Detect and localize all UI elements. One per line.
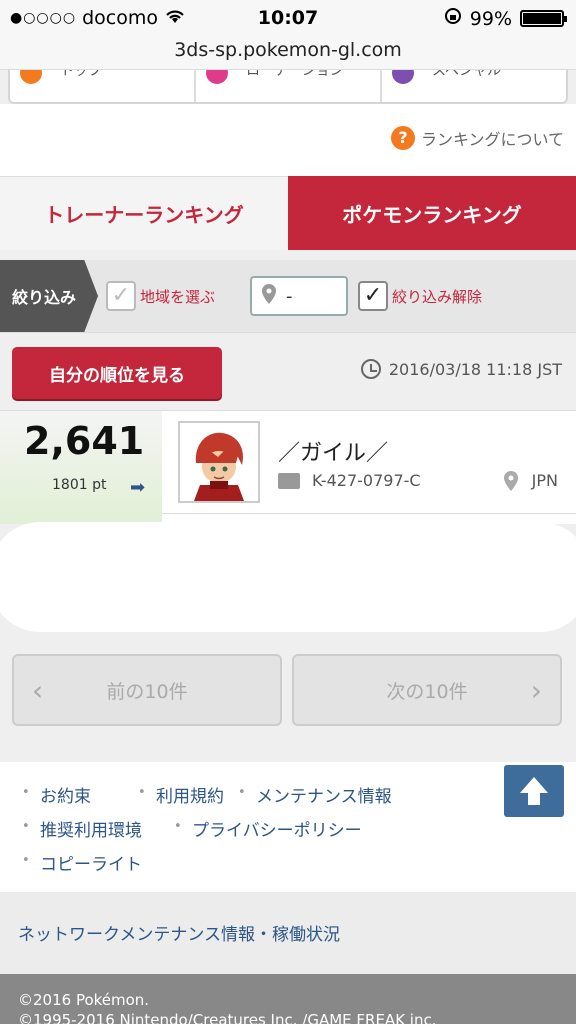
rank-toolbar: 自分の順位を見る 2016/03/18 11:18 JST (0, 332, 576, 410)
network-status-link[interactable]: ネットワークメンテナンス情報・稼働状況 (18, 920, 340, 945)
battery-percent: 99% (469, 7, 512, 30)
next-page-button[interactable]: 次の10件 › (292, 654, 562, 726)
top-nav-item-top[interactable]: トップ (10, 70, 196, 102)
address-bar[interactable]: 3ds-sp.pokemon-gl.com (0, 36, 576, 70)
arrow-up-icon (520, 777, 548, 805)
question-icon: ? (390, 126, 415, 150)
footer-links: お約束 利用規約 メンテナンス情報 推奨利用環境 プライバシーポリシー コピーラ… (0, 762, 576, 892)
trainer-avatar (178, 421, 260, 503)
about-ranking-label: ランキングについて (420, 130, 564, 149)
trainer-id: K-427-0797-C (312, 471, 421, 490)
region-select-label[interactable]: 地域を選ぶ (140, 286, 215, 307)
network-status-bar: ネットワークメンテナンス情報・稼働状況 (0, 892, 576, 974)
chevron-left-icon: ‹ (32, 674, 44, 707)
top-nav-label: ローテーション (246, 70, 344, 79)
prev-page-label: 前の10件 (106, 680, 188, 703)
footer-link-environment[interactable]: 推奨利用環境 (22, 816, 142, 841)
footer-link-privacy[interactable]: プライバシーポリシー (174, 816, 362, 841)
redacted-region (0, 522, 576, 632)
location-pin-icon (503, 471, 518, 495)
tab-trainer-ranking[interactable]: トレーナーランキング (0, 176, 288, 250)
clear-filter-label[interactable]: 絞り込み解除 (392, 286, 482, 307)
scroll-top-button[interactable] (504, 765, 564, 817)
id-card-icon (278, 473, 300, 489)
top-nav: トップ ローテーション スペシャル (8, 70, 568, 104)
about-ranking-link[interactable]: ? ランキングについて (390, 126, 564, 150)
country: JPN (503, 471, 558, 495)
orientation-lock-icon (444, 7, 462, 30)
tab-pokemon-ranking[interactable]: ポケモンランキング (288, 176, 576, 250)
pagination: ‹ 前の10件 次の10件 › (0, 632, 576, 762)
clear-filter-checkbox[interactable]: ✓ (358, 281, 388, 311)
footer-link-promise[interactable]: お約束 (22, 782, 91, 807)
top-nav-item-special[interactable]: スペシャル (382, 70, 566, 102)
top-nav-item-rotation[interactable]: ローテーション (196, 70, 382, 102)
chevron-right-icon: › (530, 674, 542, 707)
timestamp-text: 2016/03/18 11:18 JST (388, 359, 562, 379)
country-code: JPN (531, 471, 558, 490)
copyright-line-2: ©1995-2016 Nintendo/Creatures Inc. /GAME… (18, 1011, 437, 1024)
ranking-tabs: トレーナーランキング ポケモンランキング (0, 176, 576, 250)
rank-cell: 2,641 1801 pt ➡ (0, 411, 162, 515)
copyright: ©2016 Pokémon. ©1995-2016 Nintendo/Creat… (0, 974, 576, 1024)
location-value: - (286, 285, 293, 307)
clock-icon (360, 359, 381, 379)
copyright-line-1: ©2016 Pokémon. (18, 991, 150, 1009)
location-pin-icon (262, 283, 276, 309)
footer-link-maintenance[interactable]: メンテナンス情報 (238, 782, 392, 807)
rank-number: 2,641 (24, 419, 145, 463)
rank-points: 1801 pt (52, 477, 107, 493)
ranking-row[interactable]: 2,641 1801 pt ➡ ／ガイル／ K-427-0797-C JPN (0, 410, 576, 515)
next-page-label: 次の10件 (386, 680, 468, 703)
filter-bar: 絞り込み ✓ 地域を選ぶ - ✓ 絞り込み解除 (0, 260, 576, 332)
region-checkbox[interactable]: ✓ (106, 281, 136, 311)
prev-page-button[interactable]: ‹ 前の10件 (12, 654, 282, 726)
filter-label: 絞り込み (0, 260, 98, 332)
view-my-rank-button[interactable]: 自分の順位を見る (12, 347, 222, 399)
special-icon (392, 70, 414, 84)
update-timestamp: 2016/03/18 11:18 JST (360, 359, 562, 379)
top-nav-label: トップ (60, 70, 102, 79)
trainer-name: ／ガイル／ (278, 441, 389, 466)
battery-icon (520, 10, 567, 27)
footer-link-copyright[interactable]: コピーライト (22, 850, 142, 875)
game-sync-icon (20, 70, 42, 84)
arrow-right-icon: ➡ (130, 477, 146, 498)
bag-icon (206, 70, 228, 84)
top-nav-label: スペシャル (432, 70, 502, 79)
footer-link-terms[interactable]: 利用規約 (138, 782, 224, 807)
location-input[interactable]: - (250, 276, 348, 316)
status-bar: ●○○○○ docomo 10:07 99% (0, 0, 576, 36)
